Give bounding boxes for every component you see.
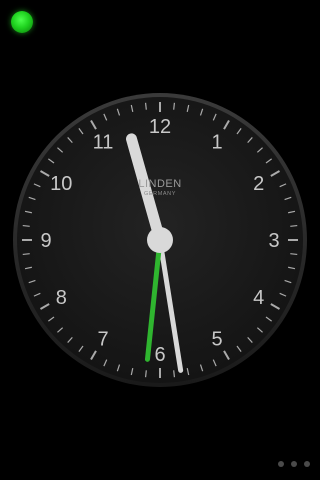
clock-numeral: 5 (211, 329, 222, 351)
clock-numeral: 7 (97, 329, 108, 351)
analog-clock: 121234567891011 (13, 93, 307, 387)
page-dot[interactable] (291, 461, 297, 467)
clock-numeral: 2 (253, 173, 264, 195)
brand-sub: GERMANY (143, 191, 176, 197)
clock-numeral: 11 (93, 131, 114, 153)
page-indicator[interactable] (278, 461, 310, 467)
clock-numeral: 9 (40, 230, 51, 252)
brand-mark: LINDEN GERMANY (110, 178, 210, 198)
clock-numeral: 4 (253, 287, 264, 309)
minute-tick (173, 102, 176, 110)
minute-tick (144, 370, 147, 378)
clock-numeral: 3 (268, 230, 279, 252)
clock-numeral: 12 (149, 116, 171, 138)
page-dot[interactable] (304, 461, 310, 467)
clock-numeral: 6 (154, 344, 165, 366)
minute-tick (173, 370, 176, 378)
clock-numeral: 10 (50, 173, 72, 195)
clock-numeral: 1 (211, 131, 222, 153)
minute-tick (290, 224, 298, 227)
clock-numeral: 8 (56, 287, 67, 309)
hand-pivot (147, 227, 173, 253)
minute-tick (22, 253, 30, 256)
minute-tick (144, 102, 147, 110)
brand-name: LINDEN (138, 178, 182, 190)
minute-tick (290, 253, 298, 256)
page-dot[interactable] (278, 461, 284, 467)
minute-tick (22, 224, 30, 227)
